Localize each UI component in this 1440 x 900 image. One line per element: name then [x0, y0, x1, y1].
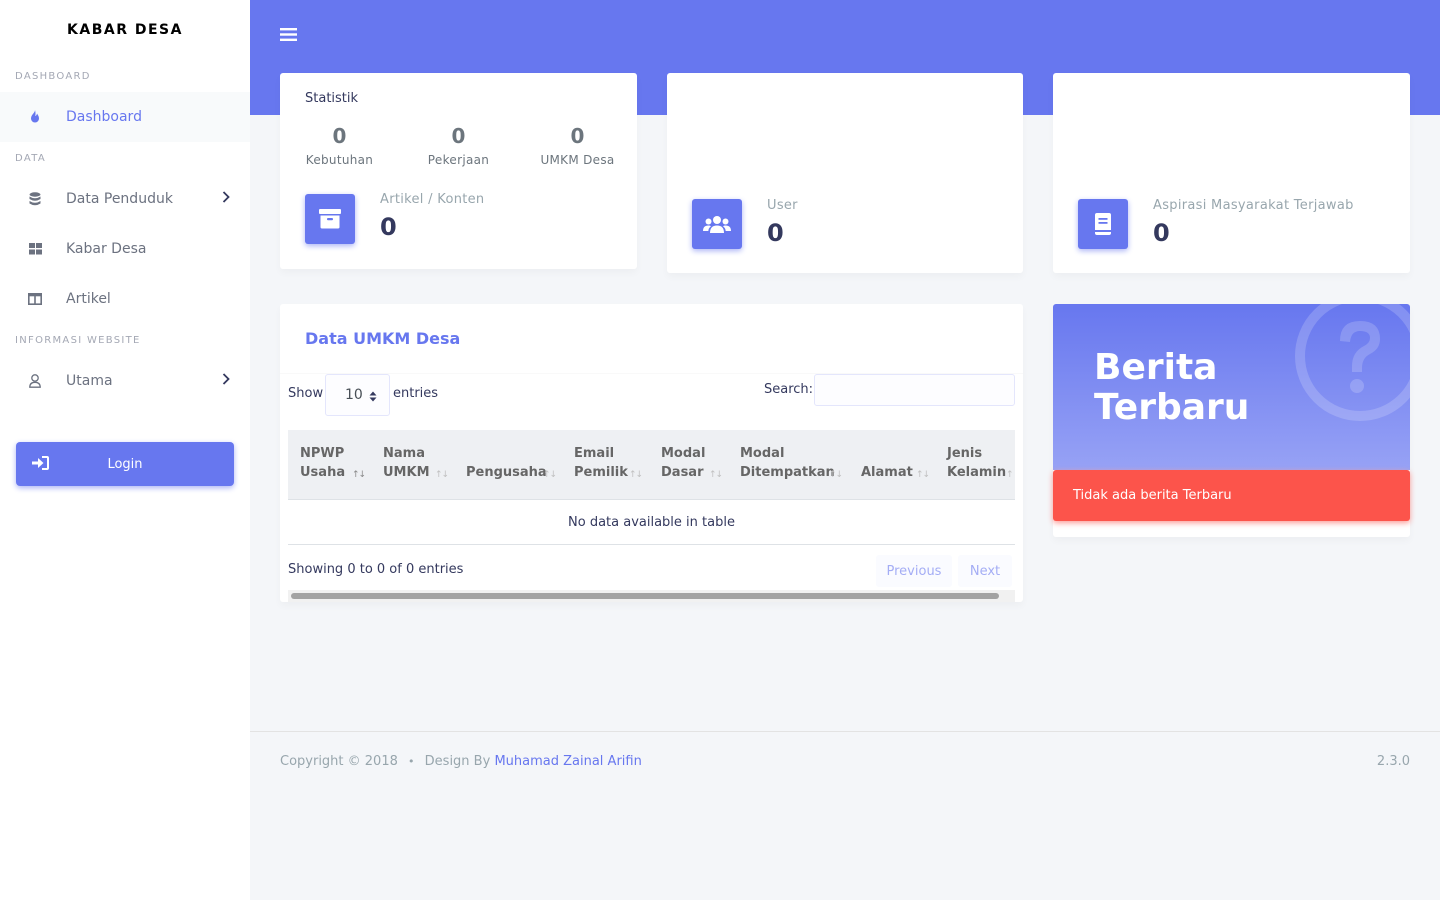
footer-version: 2.3.0	[1376, 754, 1410, 769]
sort-icon: ↑↓	[629, 470, 643, 480]
bullet-separator: •	[408, 755, 415, 768]
sort-icon: ↑↓	[709, 470, 723, 480]
horizontal-scrollbar[interactable]	[288, 590, 1015, 602]
statistik-card: Statistik 0 Kebutuhan 0 Pekerjaan 0 UMKM…	[280, 73, 637, 269]
stat-kebutuhan: 0 Kebutuhan	[280, 123, 399, 167]
stat-value: 0	[570, 124, 585, 148]
hamburger-menu-icon[interactable]	[280, 27, 297, 46]
berita-hero: Berita Terbaru	[1053, 304, 1410, 470]
chevron-right-icon	[222, 191, 230, 207]
sort-caret-icon	[369, 390, 377, 406]
archive-icon	[305, 194, 355, 244]
stat-label: UMKM Desa	[540, 153, 615, 167]
user-card: User 0	[667, 73, 1023, 273]
entries-label: entries	[393, 386, 439, 401]
author-link[interactable]: Muhamad Zainal Arifin	[494, 754, 641, 769]
aspirasi-label: Aspirasi Masyarakat Terjawab	[1153, 198, 1354, 213]
sidebar-item-label: Utama	[66, 373, 113, 389]
sidebar-item-dashboard[interactable]: Dashboard	[0, 92, 250, 142]
sort-icon: ↑↓	[829, 470, 843, 480]
footer: Copyright © 2018 • Design By Muhamad Zai…	[250, 731, 1440, 793]
grid-icon	[26, 240, 44, 258]
book-icon	[1078, 199, 1128, 249]
sort-icon: ↑↓	[435, 470, 449, 480]
user-label: User	[767, 198, 798, 213]
sidebar-item-label: Dashboard	[66, 109, 142, 125]
page-size-select[interactable]: 10	[325, 374, 390, 416]
footer-copyright: Copyright © 2018 • Design By Muhamad Zai…	[280, 754, 642, 769]
search-label: Search:	[764, 382, 814, 397]
column-header-email-pemilik[interactable]: Email Pemilik	[574, 444, 628, 482]
previous-button[interactable]: Previous	[876, 555, 952, 587]
sort-icon: ↑	[1006, 470, 1013, 480]
column-header-pengusaha[interactable]: Pengusaha	[466, 444, 547, 482]
stat-pekerjaan: 0 Pekerjaan	[399, 123, 518, 167]
sidebar-item-utama[interactable]: Utama	[0, 356, 250, 406]
sort-asc-icon: ↑↓	[352, 470, 366, 480]
sidebar: KABAR DESA DASHBOARD Dashboard DATA Data…	[0, 0, 250, 900]
users-icon	[692, 199, 742, 249]
table-title: Data UMKM Desa	[305, 329, 461, 348]
sign-in-icon	[32, 456, 49, 474]
database-icon	[26, 190, 44, 208]
sort-icon: ↑↓	[543, 470, 557, 480]
stat-value: 0	[332, 124, 347, 148]
column-header-modal-dasar[interactable]: Modal Dasar	[661, 444, 705, 482]
column-header-npwp-usaha[interactable]: NPWP Usaha	[300, 444, 345, 482]
question-circle-icon	[1290, 304, 1410, 430]
login-button[interactable]: Login	[16, 442, 234, 486]
stat-label: Kebutuhan	[305, 153, 374, 167]
sidebar-item-data-penduduk[interactable]: Data Penduduk	[0, 174, 250, 224]
artikel-konten-label: Artikel / Konten	[380, 192, 485, 207]
chevron-right-icon	[222, 373, 230, 389]
menu-header-informasi-website: INFORMASI WEBSITE	[15, 334, 141, 346]
menu-header-dashboard: DASHBOARD	[15, 70, 91, 82]
table-info: Showing 0 to 0 of 0 entries	[288, 562, 464, 577]
sidebar-item-kabar-desa[interactable]: Kabar Desa	[0, 224, 250, 274]
sidebar-item-label: Artikel	[66, 291, 111, 307]
stat-umkm-desa: 0 UMKM Desa	[518, 123, 637, 167]
column-header-alamat[interactable]: Alamat	[861, 444, 913, 482]
statistik-title: Statistik	[305, 91, 359, 106]
show-label: Show	[288, 386, 324, 401]
berita-title: Berita Terbaru	[1094, 347, 1250, 428]
table-header: NPWP Usaha ↑↓ Nama UMKM ↑↓ Pengusaha ↑↓ Em…	[288, 430, 1015, 500]
aspirasi-card: Aspirasi Masyarakat Terjawab 0	[1053, 73, 1410, 273]
next-button[interactable]: Next	[958, 555, 1012, 587]
menu-header-data: DATA	[15, 152, 46, 164]
sidebar-item-label: Data Penduduk	[66, 191, 173, 207]
page-size-value: 10	[345, 387, 363, 403]
sidebar-item-label: Kabar Desa	[66, 241, 147, 257]
column-header-modal-ditempatkan[interactable]: Modal Ditempatkan	[740, 444, 835, 482]
columns-icon	[26, 290, 44, 308]
no-news-alert: Tidak ada berita Terbaru	[1053, 470, 1410, 521]
sidebar-item-artikel[interactable]: Artikel	[0, 274, 250, 324]
sort-icon: ↑↓	[916, 470, 930, 480]
artikel-konten-value: 0	[380, 213, 397, 241]
main-content: Statistik 0 Kebutuhan 0 Pekerjaan 0 UMKM…	[250, 0, 1440, 900]
empty-table-row: No data available in table	[288, 500, 1015, 545]
berita-terbaru-card: Berita Terbaru Tidak ada berita Terbaru	[1053, 304, 1410, 537]
brand-logo[interactable]: KABAR DESA	[0, 0, 250, 60]
aspirasi-value: 0	[1153, 219, 1170, 247]
search-input[interactable]	[814, 374, 1015, 406]
user-icon	[26, 372, 44, 390]
user-value: 0	[767, 219, 784, 247]
stat-label: Pekerjaan	[427, 153, 490, 167]
scrollbar-thumb[interactable]	[291, 593, 999, 599]
umkm-table-card: Data UMKM Desa Show 10 entries Search: N…	[280, 304, 1023, 602]
stat-value: 0	[451, 124, 466, 148]
column-header-jenis-kelamin[interactable]: Jenis Kelamin	[947, 444, 1006, 482]
fire-icon	[26, 108, 44, 126]
column-header-nama-umkm[interactable]: Nama UMKM	[383, 444, 430, 482]
